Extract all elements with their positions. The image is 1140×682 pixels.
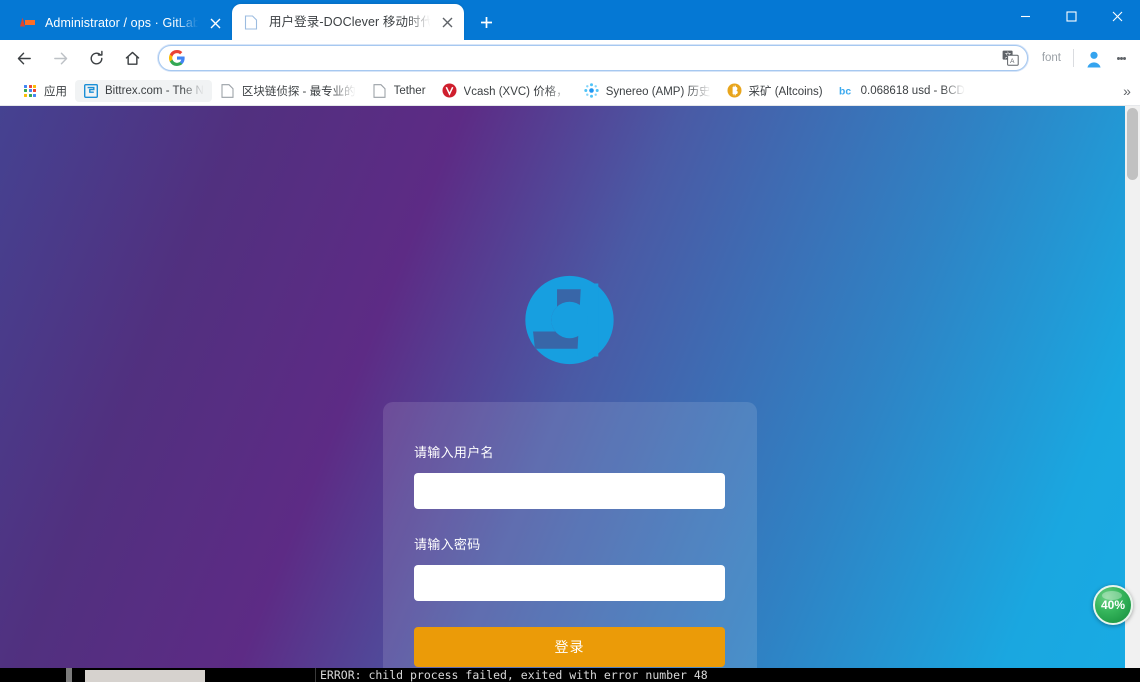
bookmark-bittrex[interactable]: Bittrex.com - The N: [75, 79, 212, 102]
bookmarks-bar: 应用 Bittrex.com - The N 区块链侦探 - 最专业的 Teth…: [0, 76, 1140, 106]
doclever-logo: [521, 272, 618, 368]
taskbar-window-button[interactable]: [85, 670, 205, 682]
login-card: 请输入用户名 请输入密码 登录 记住我 忘记密码? | 没有账号？立即注册 管理…: [383, 402, 757, 668]
toolbar-divider: [1073, 49, 1074, 67]
reload-icon[interactable]: [82, 44, 110, 72]
tab-strip: Administrator / ops · GitLab 用户登录-DOClev…: [0, 0, 1140, 40]
bc-icon: bc: [839, 83, 855, 99]
password-input[interactable]: [414, 565, 725, 601]
bittrex-icon: [83, 83, 99, 99]
bookmark-blockchain-detective[interactable]: 区块链侦探 - 最专业的: [212, 80, 364, 102]
zoom-level-badge[interactable]: 40%: [1093, 585, 1133, 625]
page-scrollbar[interactable]: [1125, 106, 1140, 668]
bookmarks-overflow-button[interactable]: »: [1116, 80, 1138, 102]
taskbar-edge: [66, 668, 72, 682]
new-tab-button[interactable]: [473, 8, 501, 36]
bookmark-synereo[interactable]: Synereo (AMP) 历史: [576, 80, 719, 102]
bookmark-apps[interactable]: 应用: [14, 80, 75, 102]
bookmark-label: 区块链侦探 - 最专业的: [241, 85, 356, 98]
bookmark-label: Tether: [393, 84, 426, 97]
font-label: font: [1041, 52, 1061, 64]
password-label: 请输入密码: [414, 537, 481, 552]
home-icon[interactable]: [118, 44, 146, 72]
google-g-icon: [168, 49, 185, 67]
page-scrollbar-thumb[interactable]: [1127, 108, 1138, 180]
generic-page-icon: [372, 83, 388, 99]
close-button[interactable]: [1094, 0, 1140, 32]
maximize-button[interactable]: [1048, 0, 1094, 32]
browser-toolbar: 文 A font: [0, 40, 1140, 76]
browser-window: Administrator / ops · GitLab 用户登录-DOClev…: [0, 0, 1140, 668]
username-label: 请输入用户名: [414, 445, 494, 460]
synereo-icon: [584, 83, 600, 99]
apps-grid-icon: [22, 83, 38, 99]
profile-avatar-icon[interactable]: [1081, 45, 1107, 71]
tab-title: Administrator / ops · GitLab: [45, 16, 200, 30]
svg-text:bc: bc: [839, 86, 851, 97]
forward-arrow-icon[interactable]: [46, 44, 74, 72]
bookmark-vcash[interactable]: Vcash (XVC) 价格，: [434, 80, 576, 102]
svg-text:A: A: [1010, 58, 1015, 65]
username-input[interactable]: [414, 473, 725, 509]
bookmark-label: Vcash (XVC) 价格，: [463, 85, 568, 98]
address-bar[interactable]: 文 A: [158, 45, 1028, 71]
terminal-output-line: ERROR: child process failed, exited with…: [315, 668, 1075, 682]
three-dot-menu-icon[interactable]: [1110, 45, 1132, 71]
login-submit-button[interactable]: 登录: [414, 627, 725, 667]
bookmark-label: Synereo (AMP) 历史: [605, 85, 711, 98]
window-controls: [1002, 0, 1140, 32]
bookmark-label: 采矿 (Altcoins): [748, 85, 823, 98]
bookmark-altcoins-mining[interactable]: 采矿 (Altcoins): [719, 80, 831, 102]
tab-title: 用户登录-DOClever 移动时代首: [268, 15, 432, 29]
browser-tab-doclever[interactable]: 用户登录-DOClever 移动时代首: [231, 4, 464, 40]
bookmark-tether[interactable]: Tether: [364, 80, 434, 102]
bookmark-label: 0.068618 usd - BCD: [860, 84, 965, 97]
bitcoin-icon: [727, 83, 743, 99]
gitlab-icon: [19, 15, 36, 32]
vcash-icon: [442, 83, 458, 99]
bookmark-bcd-price[interactable]: bc 0.068618 usd - BCD: [831, 80, 973, 102]
desktop-background: ERROR: child process failed, exited with…: [0, 668, 1140, 682]
generic-page-icon: [220, 83, 236, 99]
tab-close-icon[interactable]: [440, 14, 456, 30]
document-icon: [243, 14, 260, 31]
translate-icon[interactable]: 文 A: [1001, 49, 1021, 67]
bookmark-label: Bittrex.com - The N: [105, 84, 204, 97]
tab-close-icon[interactable]: [208, 15, 224, 31]
page-viewport: 请输入用户名 请输入密码 登录 记住我 忘记密码? | 没有账号？立即注册 管理…: [0, 106, 1140, 668]
bookmark-label: 应用: [44, 85, 67, 98]
back-arrow-icon[interactable]: [10, 44, 38, 72]
minimize-button[interactable]: [1002, 0, 1048, 32]
browser-tab-gitlab[interactable]: Administrator / ops · GitLab: [8, 6, 232, 40]
